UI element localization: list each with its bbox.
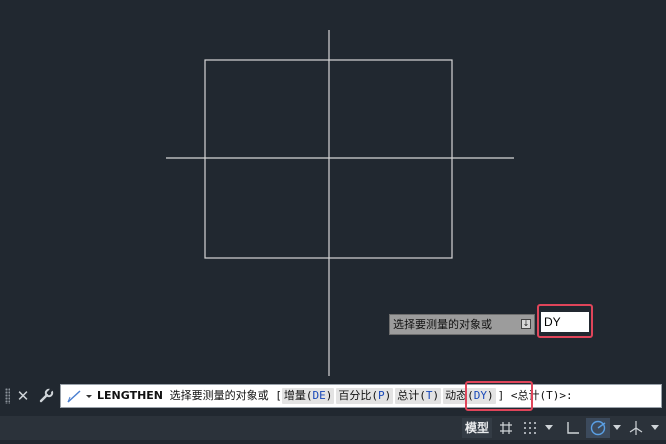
- command-pencil-icon[interactable]: [65, 388, 95, 404]
- isodraft-dropdown-chevron-icon[interactable]: [651, 425, 659, 430]
- command-line-grip-handle[interactable]: [5, 388, 10, 404]
- command-name: LENGTHEN: [97, 389, 163, 402]
- snap-dropdown-chevron-icon[interactable]: [545, 425, 553, 430]
- snap-dots-icon[interactable]: [521, 418, 539, 438]
- model-tab[interactable]: 模型: [462, 418, 492, 438]
- option-percent[interactable]: 百分比(P): [336, 388, 394, 404]
- polar-tracking-icon[interactable]: [586, 418, 610, 438]
- wrench-icon[interactable]: [37, 386, 55, 406]
- isodraft-icon[interactable]: [626, 418, 646, 438]
- dynamic-input-prompt-text: 选择要测量的对象或: [393, 318, 492, 331]
- dynamic-option-highlight: [465, 381, 533, 411]
- command-prompt: 选择要测量的对象或: [169, 389, 269, 402]
- command-line[interactable]: LENGTHEN 选择要测量的对象或 [增量(DE) 百分比(P) 总计(T) 动态(…: [60, 384, 662, 408]
- grid-icon[interactable]: [497, 418, 515, 438]
- dynamic-input-prompt: 选择要测量的对象或 ↓: [389, 314, 535, 335]
- bracket-open: [: [275, 389, 282, 402]
- option-increment[interactable]: 增量(DE): [281, 388, 335, 404]
- close-icon[interactable]: ✕: [14, 386, 32, 406]
- option-total[interactable]: 总计(T): [395, 388, 442, 404]
- ortho-icon[interactable]: [562, 418, 584, 438]
- dynamic-input-field[interactable]: [541, 312, 589, 332]
- download-arrow-icon[interactable]: ↓: [521, 319, 531, 329]
- polar-dropdown-chevron-icon[interactable]: [613, 425, 621, 430]
